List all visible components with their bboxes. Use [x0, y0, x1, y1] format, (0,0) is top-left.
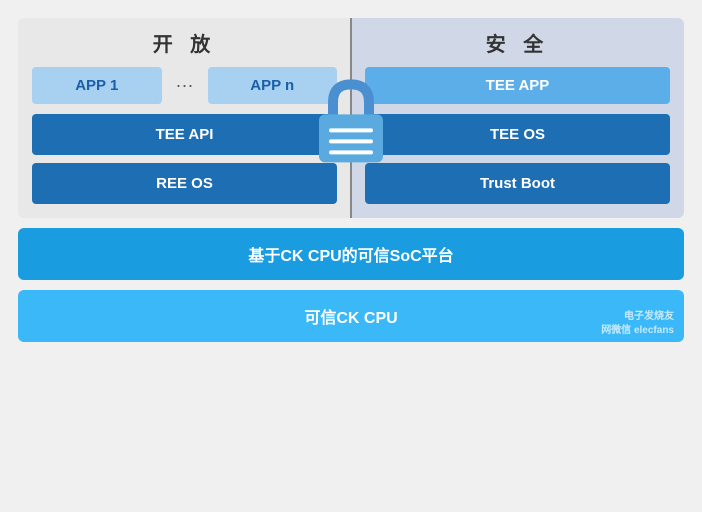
dots-label: ···: [170, 67, 200, 104]
tee-os-bar: TEE OS: [365, 114, 670, 155]
main-wrapper: 开 放 APP 1 ··· APP n TEE API REE OS: [18, 18, 684, 342]
ree-os-bar: REE OS: [32, 163, 337, 204]
cpu-bar-label: 可信CK CPU: [304, 310, 397, 327]
trust-boot-bar: Trust Boot: [365, 163, 670, 204]
cpu-bar: 可信CK CPU 电子发烧友 网微信 elecfans: [18, 290, 684, 342]
left-title: 开 放: [32, 28, 337, 57]
lock-icon: [315, 78, 387, 168]
right-panel: 安 全 TEE APP TEE OS Trust Boot: [351, 18, 684, 218]
right-title: 安 全: [365, 28, 670, 57]
watermark-line2: 网微信 elecfans: [601, 324, 674, 338]
app1-box: APP 1: [32, 67, 162, 104]
soc-bar: 基于CK CPU的可信SoC平台: [18, 228, 684, 280]
tee-api-bar: TEE API: [32, 114, 337, 155]
watermark-line1: 电子发烧友: [601, 310, 674, 324]
left-panel: 开 放 APP 1 ··· APP n TEE API REE OS: [18, 18, 351, 218]
watermark: 电子发烧友 网微信 elecfans: [601, 310, 674, 338]
tee-app-box: TEE APP: [365, 67, 670, 104]
top-area: 开 放 APP 1 ··· APP n TEE API REE OS: [18, 18, 684, 218]
app-row: APP 1 ··· APP n: [32, 67, 337, 104]
